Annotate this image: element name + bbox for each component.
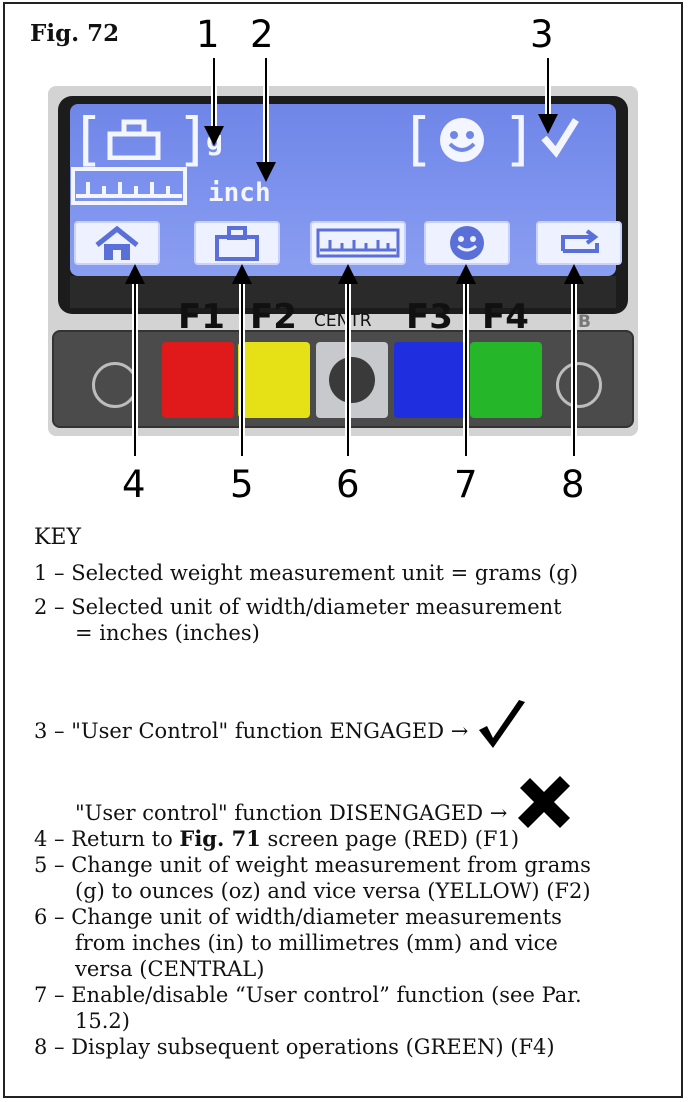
key-item-3: 3 – "User Control" function ENGAGED → <box>34 698 674 748</box>
key-item-6-cont: from inches (in) to millimetres (mm) and… <box>75 931 558 955</box>
key-item-3b: "User control" function DISENGAGED → <box>34 774 674 828</box>
key-item-5-cont: (g) to ounces (oz) and vice versa (YELLO… <box>75 879 591 903</box>
key-list: 1 – Selected weight measurement unit = g… <box>34 560 674 1060</box>
callout-6: 6 <box>336 463 360 506</box>
key-item-2: 2 – Selected unit of width/diameter meas… <box>34 595 562 619</box>
callout-arrows <box>125 58 584 456</box>
key-item-4-prefix: 4 – Return to <box>34 827 180 851</box>
callout-8: 8 <box>561 463 585 506</box>
key-item-8: 8 – Display subsequent operations (GREEN… <box>34 1035 555 1059</box>
key-item-7-cont: 15.2) <box>75 1009 130 1033</box>
key-item-4-figref: Fig. 71 <box>179 826 261 851</box>
key-item-4: 4 – Return to Fig. 71 screen page (RED) … <box>34 826 674 852</box>
key-item-3b-text: "User control" function DISENGAGED → <box>75 801 508 825</box>
key-item-4-suffix: screen page (RED) (F1) <box>260 827 520 851</box>
key-item-6-cont2: versa (CENTRAL) <box>75 957 265 981</box>
key-item-3-text: 3 – "User Control" function ENGAGED → <box>34 719 469 743</box>
key-item-1: 1 – Selected weight measurement unit = g… <box>34 561 579 585</box>
callout-7: 7 <box>454 463 478 506</box>
cross-icon <box>518 776 571 828</box>
key-title: KEY <box>34 525 82 550</box>
key-item-2-cont: = inches (inches) <box>75 621 260 645</box>
key-item-7: 7 – Enable/disable “User control” functi… <box>34 983 582 1007</box>
callout-4: 4 <box>122 463 146 506</box>
checkmark-icon <box>479 700 526 748</box>
callout-5: 5 <box>230 463 254 506</box>
key-item-5: 5 – Change unit of weight measurement fr… <box>34 853 591 877</box>
key-item-6: 6 – Change unit of width/diameter measur… <box>34 905 562 929</box>
